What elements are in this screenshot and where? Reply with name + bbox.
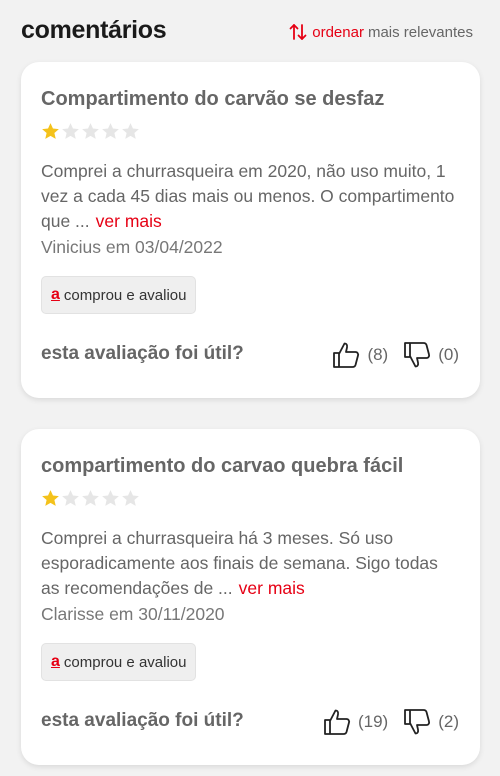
thumbs-down-icon <box>404 709 431 735</box>
sort-control[interactable]: ordenar mais relevantes <box>288 22 473 42</box>
dislike-count: (2) <box>438 712 459 731</box>
sort-label[interactable]: ordenar <box>312 24 364 41</box>
review-text: Comprei a churrasqueira em 2020, não uso… <box>41 159 461 234</box>
brand-a-icon: a <box>51 653 60 670</box>
star-rating <box>41 122 141 141</box>
sort-value[interactable]: mais relevantes <box>368 24 473 41</box>
dislike-count: (0) <box>438 345 459 364</box>
like-count: (19) <box>357 712 389 731</box>
thumbs-down-icon <box>404 342 431 368</box>
review-title: Compartimento do carvão se desfaz <box>41 88 385 110</box>
star-rating <box>41 489 141 508</box>
thumbs-up-icon <box>333 342 360 368</box>
comments-header: comentários ordenar mais relevantes <box>0 0 500 62</box>
star-empty-icon <box>102 490 119 506</box>
review-title: compartimento do carvao quebra fácil <box>41 455 404 477</box>
star-empty-icon <box>122 490 139 506</box>
review-text: Comprei a churrasqueira há 3 meses. Só u… <box>41 526 461 601</box>
star-filled-icon <box>42 123 59 139</box>
vote-controls: (19) (2) <box>322 707 459 737</box>
review-card: Compartimento do carvão se desfaz Compre… <box>21 62 480 398</box>
star-empty-icon <box>82 123 99 139</box>
brand-a-icon: a <box>51 286 60 303</box>
like-count: (8) <box>367 345 389 364</box>
section-title: comentários <box>21 16 167 44</box>
sort-arrows-icon <box>289 24 307 40</box>
review-author-date: Vinicius em 03/04/2022 <box>41 237 223 257</box>
dislike-button[interactable]: (0) <box>402 340 459 370</box>
like-button[interactable]: (19) <box>322 707 388 737</box>
star-empty-icon <box>102 123 119 139</box>
dislike-button[interactable]: (2) <box>402 707 459 737</box>
star-empty-icon <box>122 123 139 139</box>
verified-purchase-badge: a comprou e avaliou <box>41 643 197 681</box>
helpful-question: esta avaliação foi útil? <box>41 343 244 364</box>
review-author-date: Clarisse em 30/11/2020 <box>41 604 225 624</box>
like-button[interactable]: (8) <box>331 340 388 370</box>
see-more-link[interactable]: ver mais <box>239 578 305 598</box>
badge-label: comprou e avaliou <box>63 286 187 304</box>
verified-purchase-badge: a comprou e avaliou <box>41 276 197 314</box>
star-filled-icon <box>42 490 59 506</box>
star-empty-icon <box>82 490 99 506</box>
vote-controls: (8) (0) <box>331 340 459 370</box>
badge-label: comprou e avaliou <box>63 653 187 671</box>
helpful-question: esta avaliação foi útil? <box>41 710 244 731</box>
review-card: compartimento do carvao quebra fácil Com… <box>21 429 480 765</box>
star-empty-icon <box>62 123 79 139</box>
see-more-link[interactable]: ver mais <box>96 211 162 231</box>
star-empty-icon <box>62 490 79 506</box>
thumbs-up-icon <box>324 709 351 735</box>
